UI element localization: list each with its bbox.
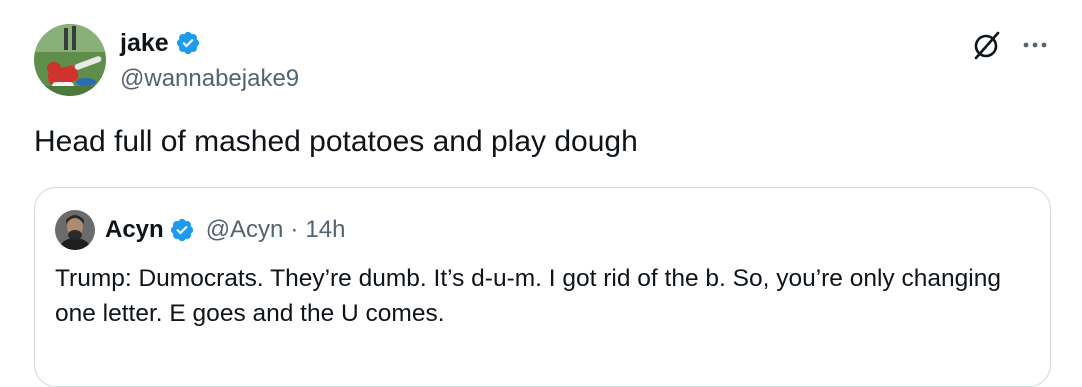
author-display-name[interactable]: jake [120,28,169,58]
quoted-tweet-header: Acyn @Acyn · 14h [105,214,345,246]
grok-icon[interactable] [970,28,1004,62]
author-name-row[interactable]: jake [120,28,201,58]
quoted-author-avatar[interactable] [55,210,95,250]
author-avatar[interactable] [34,24,106,96]
tweet: jake @wannabejake9 Head full of mashed p… [0,0,1082,387]
person-avatar-image [55,210,95,250]
author-handle[interactable]: @wannabejake9 [120,64,299,94]
tweet-text: Head full of mashed potatoes and play do… [34,125,638,158]
separator-dot: · [290,216,299,243]
quoted-author-name[interactable]: Acyn [105,214,164,246]
quoted-tweet-timestamp[interactable]: 14h [305,214,345,246]
quoted-tweet-card[interactable]: Acyn @Acyn · 14h Trump: Dumocrats. They’… [34,187,1051,387]
football-player-avatar-image [34,24,106,96]
verified-badge-icon [176,31,199,55]
verified-badge-icon [170,218,193,242]
quoted-tweet-text: Trump: Dumocrats. They’re dumb. It’s d-u… [55,265,1001,327]
quoted-author-handle[interactable]: @Acyn [206,214,284,246]
more-options-icon[interactable] [1020,30,1050,60]
